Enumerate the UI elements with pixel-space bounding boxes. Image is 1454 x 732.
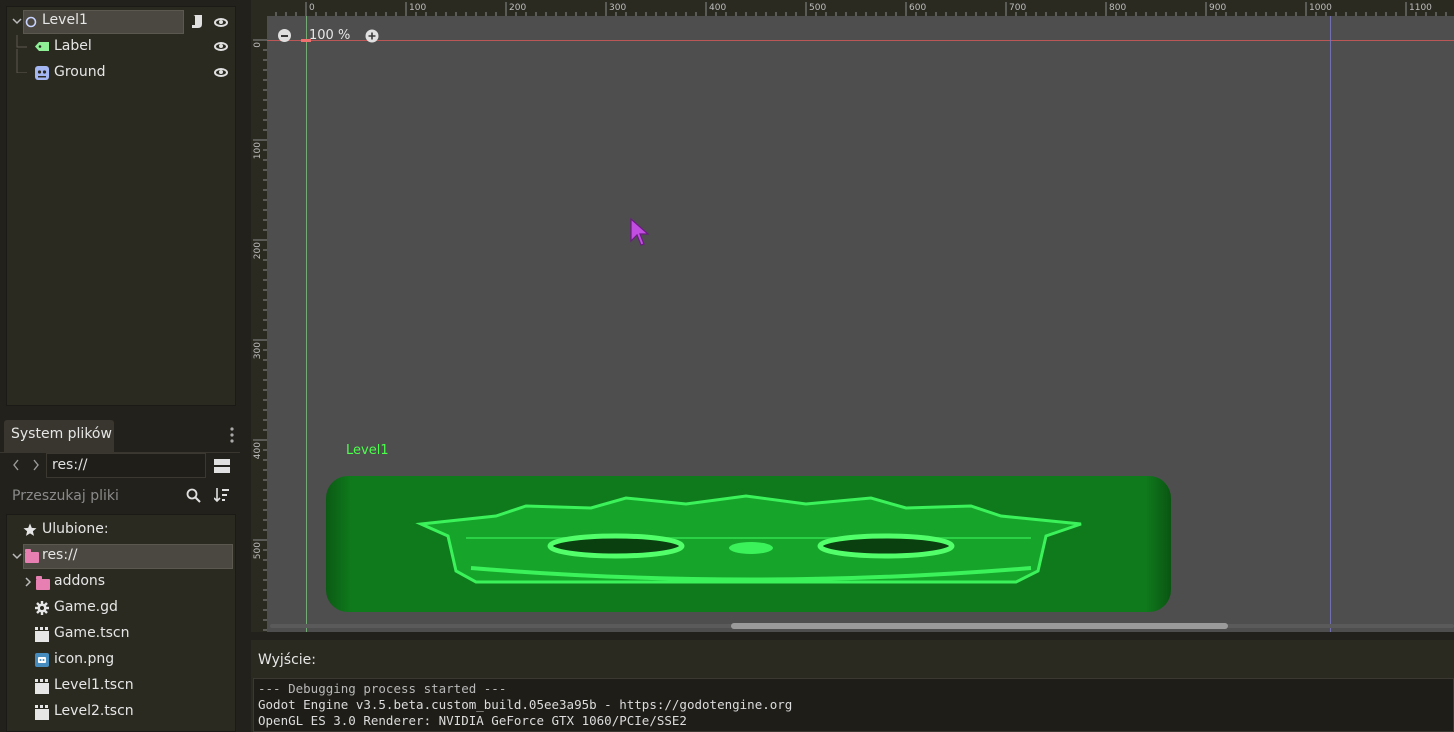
scene-tree-item-label[interactable]: Label [7,35,237,59]
fs-item-label: icon.png [54,651,115,667]
filesystem-tree: Ulubione: res:// addons Game.gd Game.tsc… [6,514,236,732]
zoom-out-button[interactable] [278,29,291,42]
sort-icon[interactable] [214,487,230,503]
chevron-right-icon[interactable] [25,577,32,587]
ruler-tick-label: 300 [253,342,263,360]
gear-icon [35,601,49,615]
image-icon [35,653,49,667]
ruler-tick-label: 1100 [1409,3,1432,13]
fs-item-label: Game.gd [54,599,118,615]
y-axis-line [306,16,307,632]
visibility-eye-icon[interactable] [214,18,228,27]
scene-icon [35,627,49,642]
ruler-tick-label: 0 [253,42,263,48]
ruler-tick-label: 200 [509,3,527,13]
ruler-corner [251,0,267,16]
favorites-label: Ulubione: [42,521,109,537]
fs-item-label: Level1.tscn [54,677,134,693]
ruler-tick-label: 800 [1109,3,1127,13]
scene-tree-label: Label [54,38,92,54]
search-icon [186,488,201,503]
scene-icon [35,705,49,720]
ruler-top-ticks [275,2,1447,16]
fs-item-res-root[interactable]: res:// [7,544,237,569]
scene-tree: Level1 Label Ground [6,6,236,406]
fs-item-label: res:// [42,547,78,563]
path-value: res:// [52,457,88,473]
zoom-in-button[interactable] [365,29,379,43]
zoom-level[interactable]: 100 % [309,28,350,43]
ruler-left-ticks [253,39,267,631]
output-log[interactable]: --- Debugging process started --- Godot … [253,678,1454,732]
star-icon [23,523,37,536]
folder-icon [25,549,39,563]
fs-item-icon-png[interactable]: icon.png [7,648,237,672]
ruler-tick-label: 900 [1209,3,1227,13]
ruler-tick-label: 600 [909,3,927,13]
scene-tree-label: Ground [54,64,106,80]
forward-arrow-icon[interactable] [32,459,40,471]
log-line: OpenGL ES 3.0 Renderer: NVIDIA GeForce G… [258,713,687,728]
ruler-tick-label: 0 [309,3,315,13]
chevron-down-icon[interactable] [12,18,22,25]
fs-item-level1-tscn[interactable]: Level1.tscn [7,674,237,698]
fs-item-game-gd[interactable]: Game.gd [7,596,237,620]
ruler-tick-label: 400 [709,3,727,13]
fs-item-label: Game.tscn [54,625,130,641]
chevron-down-icon[interactable] [12,553,22,560]
ruler-tick-label: 300 [609,3,627,13]
ruler-tick-label: 100 [409,3,427,13]
ruler-tick-label: 500 [809,3,827,13]
path-field[interactable]: res:// [46,453,206,478]
ruler-tick-label: 1000 [1309,3,1332,13]
tab-label: System plików [11,426,112,442]
ruler-tick-label: 100 [253,142,263,160]
dock-menu-icon[interactable] [229,426,235,444]
visibility-eye-icon[interactable] [214,68,228,77]
x-axis-line [267,40,1454,41]
search-placeholder: Przeszukaj pliki [12,488,119,504]
ruler-tick-label: 400 [253,442,263,460]
script-icon[interactable] [190,14,204,29]
label-node-text[interactable]: Level1 [346,443,389,458]
tree-connector [16,49,27,73]
fs-item-game-tscn[interactable]: Game.tscn [7,622,237,646]
ruler-tick-label: 700 [1009,3,1027,13]
ruler-tick-label: 200 [253,242,263,260]
ruler-tick-label: 500 [253,542,263,560]
fs-item-label: Level2.tscn [54,703,134,719]
log-line: --- Debugging process started --- [258,681,507,696]
viewport-boundary-line [1330,16,1331,632]
mouse-cursor-icon [630,217,650,246]
back-arrow-icon[interactable] [12,459,20,471]
scene-icon [35,679,49,694]
sprite-node-icon [35,66,49,80]
view-mode-list-icon[interactable] [214,458,230,474]
scene-tree-label: Level1 [42,12,88,28]
visibility-eye-icon[interactable] [214,42,228,51]
label-node-icon [35,42,49,51]
tab-filesystem[interactable]: System plików [4,420,114,452]
fs-item-level2-tscn[interactable]: Level2.tscn [7,700,237,724]
scene-tree-item-level1[interactable]: Level1 [7,9,237,34]
search-input[interactable]: Przeszukaj pliki [4,483,208,509]
ground-sprite[interactable] [326,476,1171,612]
scene-tree-item-ground[interactable]: Ground [7,49,237,85]
fs-item-label: addons [54,573,106,589]
node2d-icon [25,16,37,28]
log-line: Godot Engine v3.5.beta.custom_build.05ee… [258,697,793,712]
folder-icon [36,576,50,590]
favorites-item[interactable]: Ulubione: [7,518,237,542]
output-title: Wyjście: [258,652,316,668]
fs-item-addons[interactable]: addons [7,570,237,594]
horizontal-scrollbar-thumb[interactable] [731,623,1228,629]
